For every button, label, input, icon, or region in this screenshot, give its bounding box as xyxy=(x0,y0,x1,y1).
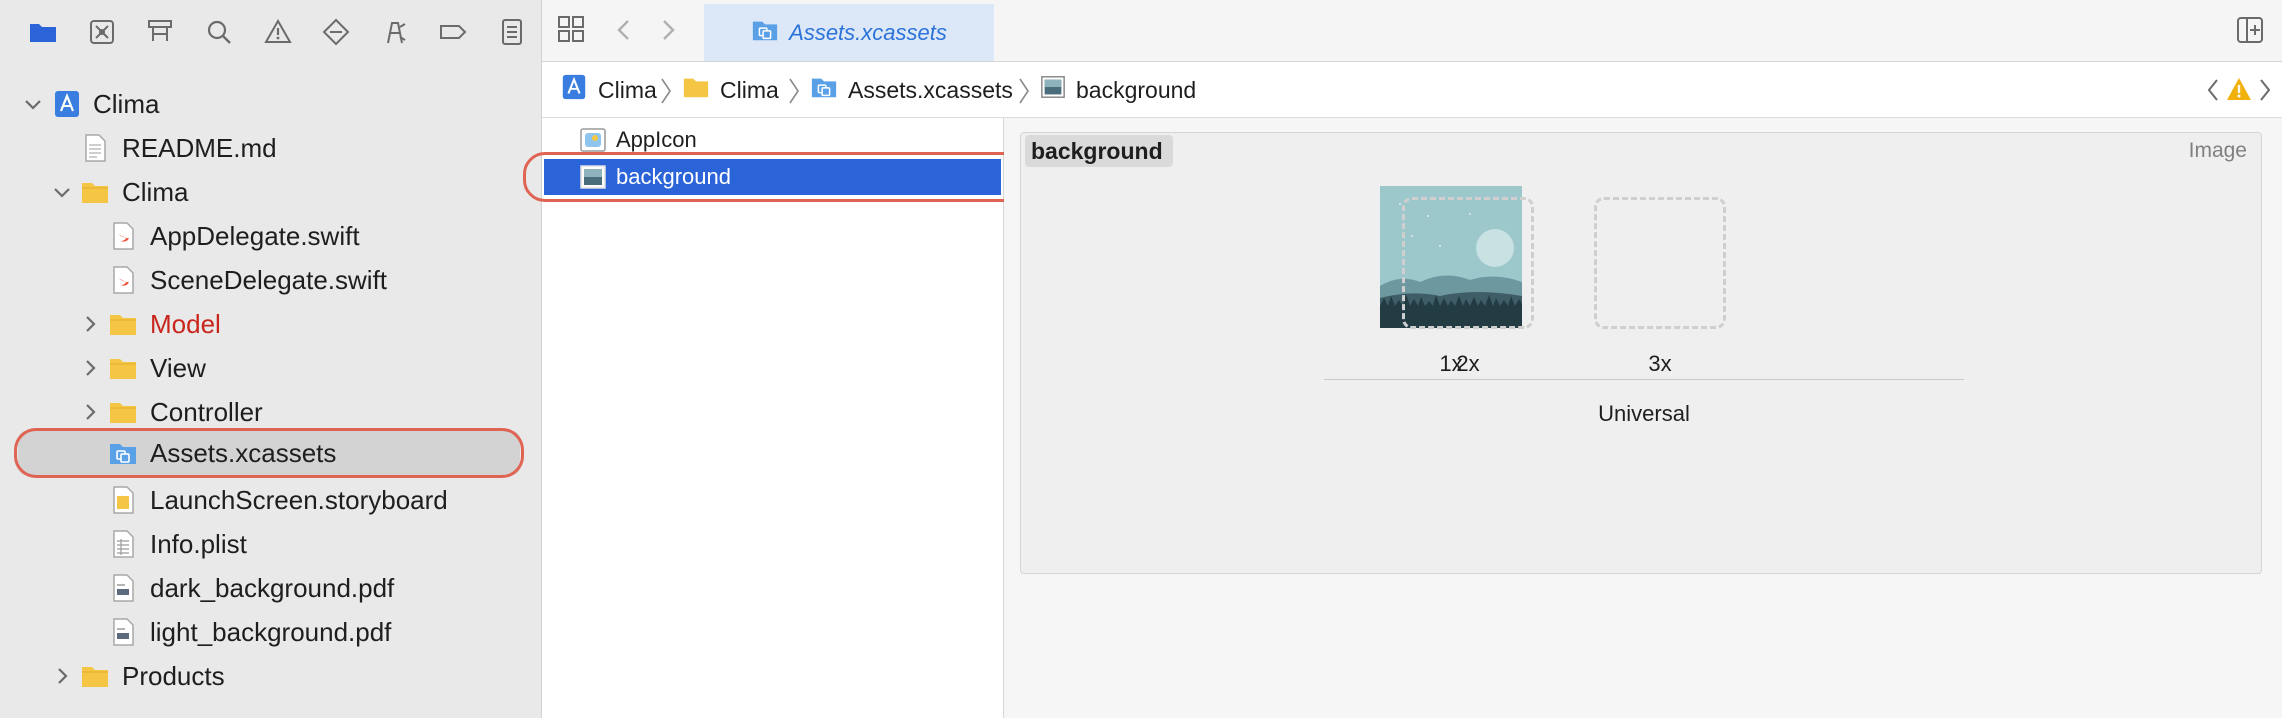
test-icon[interactable] xyxy=(307,2,366,62)
tree-item-readme[interactable]: README.md xyxy=(0,126,541,170)
breadcrumb-separator-icon xyxy=(788,78,800,109)
back-icon[interactable] xyxy=(614,18,634,42)
tab-label: Assets.xcassets xyxy=(789,19,947,45)
device-label: Universal xyxy=(1598,401,1690,426)
plist-icon xyxy=(108,529,138,559)
tree-item-label: AppDelegate.swift xyxy=(150,220,360,251)
swift-file-icon xyxy=(108,221,138,251)
swift-file-icon xyxy=(108,265,138,295)
tree-item-label: Clima xyxy=(93,88,160,119)
folder-icon xyxy=(108,309,138,339)
folder-icon xyxy=(108,353,138,383)
navigator-toolbar xyxy=(0,0,541,64)
slot-2x-label: 2x xyxy=(1456,351,1480,376)
tree-item-dark-background[interactable]: dark_background.pdf xyxy=(0,566,541,610)
tree-item-label: LaunchScreen.storyboard xyxy=(150,484,448,515)
tree-item-clima-project[interactable]: Clima xyxy=(0,82,541,126)
breadcrumb-separator-icon xyxy=(660,78,672,109)
tree-item-label: README.md xyxy=(122,132,277,163)
chevron-right-icon[interactable] xyxy=(52,666,72,686)
previous-issue-icon[interactable] xyxy=(2206,78,2220,107)
image-set-icon xyxy=(1040,74,1066,106)
breakpoint-icon[interactable] xyxy=(424,2,483,62)
tree-item-model[interactable]: Model xyxy=(0,302,541,346)
pdf-file-icon xyxy=(108,573,138,603)
folder-icon xyxy=(108,397,138,427)
tree-item-scenedelegate[interactable]: SceneDelegate.swift xyxy=(0,258,541,302)
warning-icon[interactable] xyxy=(2226,76,2252,107)
tree-item-label: Controller xyxy=(150,396,263,427)
asset-catalog-icon xyxy=(810,73,838,107)
jump-bar: Clima Clima Assets.xcassets background xyxy=(542,62,2282,118)
project-icon xyxy=(52,89,82,119)
next-issue-icon[interactable] xyxy=(2258,78,2272,107)
slot-3x-empty[interactable] xyxy=(1594,197,1726,329)
image-set-panel: background Image 1x 2x 3x Universal xyxy=(1020,132,2262,574)
breadcrumb-label: Assets.xcassets xyxy=(848,76,1013,103)
source-control-icon[interactable] xyxy=(73,2,132,62)
tree-item-appdelegate[interactable]: AppDelegate.swift xyxy=(0,214,541,258)
asset-item-label: AppIcon xyxy=(616,127,697,152)
folder-icon[interactable] xyxy=(14,2,73,62)
warning-icon[interactable] xyxy=(248,2,307,62)
tree-item-label: light_background.pdf xyxy=(150,616,392,647)
forward-icon[interactable] xyxy=(658,18,678,42)
folder-icon xyxy=(80,661,110,691)
project-navigator: Clima README.md Clima AppDelegate.swift … xyxy=(0,0,542,718)
breadcrumb-group[interactable]: Clima xyxy=(682,62,779,118)
tree-item-label: SceneDelegate.swift xyxy=(150,264,388,295)
tree-item-light-background[interactable]: light_background.pdf xyxy=(0,610,541,654)
tree-item-label: Clima xyxy=(122,176,189,207)
annotation-callout-assets xyxy=(14,428,524,478)
report-icon[interactable] xyxy=(483,2,542,62)
tree-item-products[interactable]: Products xyxy=(0,654,541,698)
storyboard-icon xyxy=(108,485,138,515)
breadcrumb-label: Clima xyxy=(720,76,779,103)
tree-item-clima-folder[interactable]: Clima xyxy=(0,170,541,214)
tree-item-infoplist[interactable]: Info.plist xyxy=(0,522,541,566)
breadcrumb-label: background xyxy=(1076,76,1197,103)
hierarchy-icon[interactable] xyxy=(131,2,190,62)
project-icon xyxy=(560,73,588,107)
image-set-name[interactable]: background xyxy=(1025,135,1173,167)
chevron-right-icon[interactable] xyxy=(80,358,100,378)
debug-icon[interactable] xyxy=(365,2,424,62)
tree-item-launchscreen[interactable]: LaunchScreen.storyboard xyxy=(0,478,541,522)
tree-item-view[interactable]: View xyxy=(0,346,541,390)
folder-icon xyxy=(80,177,110,207)
breadcrumb-label: Clima xyxy=(598,76,657,103)
chevron-right-icon[interactable] xyxy=(80,402,100,422)
chevron-down-icon[interactable] xyxy=(23,94,43,114)
editor-tab-bar: Assets.xcassets xyxy=(542,0,2282,62)
tree-item-label: View xyxy=(150,352,206,383)
slot-3x-label: 3x xyxy=(1648,351,1672,376)
search-icon[interactable] xyxy=(190,2,249,62)
breadcrumb-separator-icon xyxy=(1018,78,1030,109)
breadcrumb-catalog[interactable]: Assets.xcassets xyxy=(810,62,1013,118)
asset-catalog-icon xyxy=(751,16,779,50)
tree-item-label: Model xyxy=(150,308,221,339)
tree-item-label: dark_background.pdf xyxy=(150,572,395,603)
tree-item-label: Products xyxy=(122,660,225,691)
text-file-icon xyxy=(80,133,110,163)
slot-2x-empty[interactable] xyxy=(1402,197,1534,329)
chevron-down-icon[interactable] xyxy=(52,182,72,202)
asset-detail-area: background Image 1x 2x 3x Universal xyxy=(1004,118,2282,718)
chevron-right-icon[interactable] xyxy=(80,314,100,334)
breadcrumb-image-set[interactable]: background xyxy=(1040,62,1196,118)
add-editor-icon[interactable] xyxy=(2236,16,2264,44)
folder-icon xyxy=(682,73,710,107)
tab-assets-xcassets[interactable]: Assets.xcassets xyxy=(704,4,994,61)
device-divider xyxy=(1324,379,1964,380)
tree-item-label: Info.plist xyxy=(150,528,247,559)
image-set-type-label: Image xyxy=(2188,139,2247,162)
breadcrumb-project[interactable]: Clima xyxy=(560,62,657,118)
pdf-file-icon xyxy=(108,617,138,647)
asset-list: AppIcon background xyxy=(542,118,1004,718)
related-items-icon[interactable] xyxy=(556,14,586,44)
annotation-callout-background xyxy=(523,152,1033,202)
